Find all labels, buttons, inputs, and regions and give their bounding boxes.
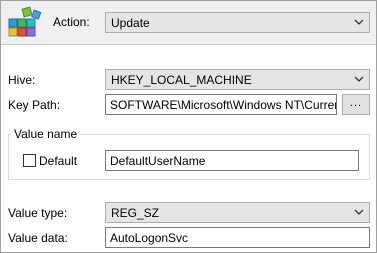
header-bar: Action: Update — [1, 1, 376, 45]
value-name-group-title: Value name — [11, 127, 81, 141]
registry-icon — [8, 6, 42, 37]
value-data-label: Value data: — [8, 231, 68, 245]
value-name-group: Value name Default DefaultUserName — [8, 127, 370, 180]
value-type-dropdown-value: REG_SZ — [111, 206, 160, 220]
action-label: Action: — [53, 15, 90, 29]
value-data-input[interactable]: AutoLogonSvc — [105, 227, 370, 248]
hive-dropdown-value: HKEY_LOCAL_MACHINE — [111, 73, 252, 87]
default-checkbox-label[interactable]: Default — [39, 154, 77, 168]
value-type-dropdown[interactable]: REG_SZ — [105, 202, 370, 223]
hive-dropdown[interactable]: HKEY_LOCAL_MACHINE — [105, 69, 370, 90]
browse-key-button[interactable]: ... — [342, 94, 370, 115]
value-type-label: Value type: — [8, 206, 68, 220]
action-dropdown[interactable]: Update — [105, 12, 370, 33]
key-path-label: Key Path: — [8, 98, 61, 112]
key-path-value: SOFTWARE\Microsoft\Windows NT\CurrentVer… — [110, 98, 336, 112]
chevron-down-icon — [354, 209, 364, 215]
value-name-value: DefaultUserName — [110, 154, 206, 168]
value-name-input[interactable]: DefaultUserName — [105, 150, 359, 171]
key-path-input[interactable]: SOFTWARE\Microsoft\Windows NT\CurrentVer… — [105, 94, 337, 115]
hive-label: Hive: — [8, 73, 36, 87]
value-data-value: AutoLogonSvc — [110, 231, 189, 245]
action-dropdown-value: Update — [111, 16, 150, 30]
chevron-down-icon — [354, 76, 364, 82]
registry-item-properties-panel: Action: Update Hive: HKEY_LOCAL_MACHINE … — [0, 0, 377, 253]
chevron-down-icon — [354, 19, 364, 25]
default-checkbox[interactable] — [23, 154, 36, 167]
